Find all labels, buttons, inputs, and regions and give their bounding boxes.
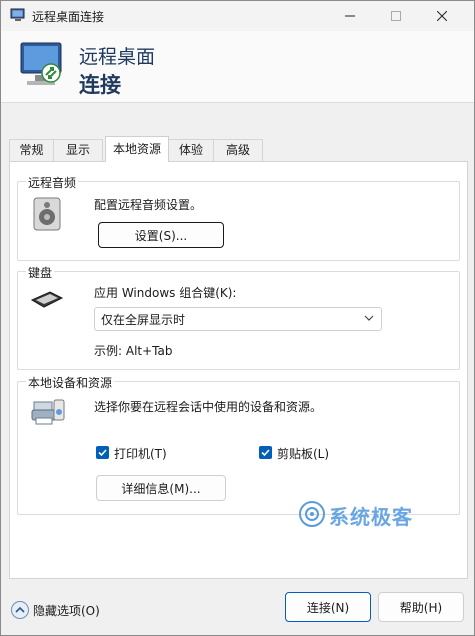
local-devices-title: 本地设备和资源 bbox=[26, 374, 115, 391]
audio-description: 配置远程音频设置。 bbox=[94, 198, 203, 212]
keyboard-title: 键盘 bbox=[26, 264, 55, 281]
keyboard-label: 应用 Windows 组合键(K): bbox=[94, 286, 237, 300]
audio-settings-button[interactable]: 设置(S)... bbox=[98, 222, 224, 248]
keyboard-example: 示例: Alt+Tab bbox=[94, 344, 173, 358]
printer-checkbox[interactable] bbox=[96, 446, 109, 459]
keyboard-group: 键盘 应用 Windows 组合键(K): 仅在全屏显示时 示例: Alt+Ta… bbox=[17, 264, 460, 370]
minimize-icon bbox=[345, 15, 355, 17]
maximize-icon bbox=[391, 11, 401, 21]
window-title: 远程桌面连接 bbox=[32, 10, 105, 24]
remote-audio-title: 远程音频 bbox=[26, 174, 79, 191]
watermark-text: 系统极客 bbox=[329, 505, 413, 529]
maximize-button[interactable] bbox=[373, 1, 419, 31]
banner-title-line1: 远程桌面 bbox=[79, 46, 156, 68]
tab-local-resources[interactable]: 本地资源 bbox=[105, 136, 169, 162]
local-devices-group: 本地设备和资源 选择你要在远程会话中使用的设备和资源。 打印机(T) 剪贴板(L… bbox=[17, 374, 460, 515]
printer-label: 打印机(T) bbox=[114, 447, 167, 461]
clipboard-label: 剪贴板(L) bbox=[277, 447, 330, 461]
minimize-button[interactable] bbox=[327, 1, 373, 31]
rdp-window: 远程桌面连接 远程桌面 连接 常规 显示 本地资源 体验 高级 远程音频 配置远… bbox=[0, 0, 475, 636]
devices-icon bbox=[30, 396, 66, 433]
title-bar: 远程桌面连接 bbox=[1, 1, 474, 31]
chevron-down-icon bbox=[363, 310, 375, 326]
connect-button[interactable]: 连接(N) bbox=[285, 592, 371, 622]
remote-desktop-app-icon bbox=[10, 8, 26, 22]
banner-title-line2: 连接 bbox=[79, 73, 121, 97]
hide-options-label[interactable]: 隐藏选项(O) bbox=[33, 602, 100, 619]
keyboard-selected-value: 仅在全屏显示时 bbox=[101, 313, 186, 327]
more-details-button[interactable]: 详细信息(M)... bbox=[96, 475, 226, 501]
banner-divider bbox=[1, 102, 474, 103]
collapse-options-icon[interactable] bbox=[11, 601, 29, 619]
tab-general[interactable]: 常规 bbox=[9, 139, 54, 161]
banner: 远程桌面 连接 bbox=[1, 31, 474, 103]
local-resources-panel: 远程音频 配置远程音频设置。 设置(S)... 键盘 应用 Windows 组合… bbox=[9, 161, 468, 579]
close-icon bbox=[437, 11, 447, 21]
watermark-logo: 系统极客 bbox=[299, 499, 427, 529]
checkmark-icon bbox=[98, 449, 107, 457]
help-button[interactable]: 帮助(H) bbox=[378, 592, 464, 622]
checkmark-icon bbox=[261, 449, 270, 457]
clipboard-checkbox[interactable] bbox=[259, 446, 272, 459]
remote-audio-group: 远程音频 配置远程音频设置。 设置(S)... bbox=[17, 174, 460, 261]
windows-key-combination-select[interactable]: 仅在全屏显示时 bbox=[94, 307, 382, 331]
tab-display[interactable]: 显示 bbox=[53, 139, 103, 161]
tab-advanced[interactable]: 高级 bbox=[213, 139, 263, 161]
devices-description: 选择你要在远程会话中使用的设备和资源。 bbox=[94, 400, 323, 414]
keyboard-icon bbox=[30, 290, 64, 313]
close-button[interactable] bbox=[419, 1, 465, 31]
tab-experience[interactable]: 体验 bbox=[167, 139, 215, 161]
remote-desktop-monitor-icon bbox=[17, 39, 73, 95]
watermark-logo-icon bbox=[299, 501, 325, 527]
speaker-icon bbox=[30, 196, 64, 235]
